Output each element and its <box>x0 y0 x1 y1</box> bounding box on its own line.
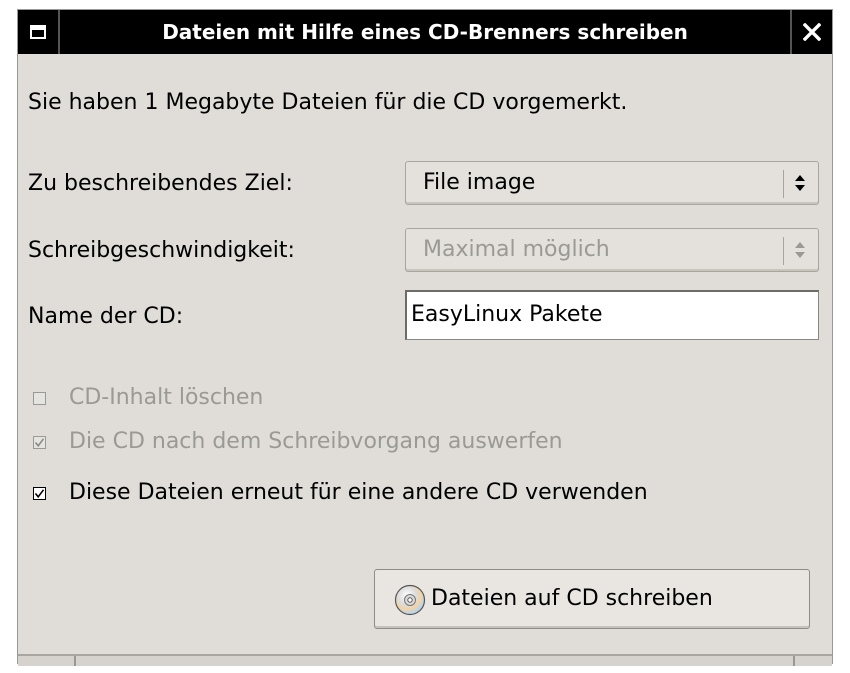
window-menu-button[interactable] <box>18 10 60 54</box>
cd-name-input[interactable]: EasyLinux Pakete <box>405 290 819 340</box>
target-value: File image <box>423 170 536 195</box>
close-icon <box>803 23 821 41</box>
eject-cd-label: Die CD nach dem Schreibvorgang auswerfen <box>69 429 563 454</box>
write-to-cd-label: Dateien auf CD schreiben <box>431 586 713 611</box>
cd-name-label: Name der CD: <box>28 304 184 329</box>
erase-cd-checkbox[interactable] <box>33 392 46 405</box>
frame-notch <box>74 656 76 666</box>
target-combobox[interactable]: File image <box>405 161 819 205</box>
frame-notch <box>793 656 795 666</box>
window-bottom-frame <box>18 654 832 666</box>
combo-arrows-icon <box>788 229 812 271</box>
erase-cd-label: CD-Inhalt löschen <box>69 385 264 410</box>
target-label: Zu beschreibendes Ziel: <box>28 171 293 196</box>
speed-value: Maximal möglich <box>423 237 610 262</box>
checkmark-icon <box>34 489 45 499</box>
combo-separator <box>783 170 784 198</box>
cd-burner-dialog: Dateien mit Hilfe eines CD-Brenners schr… <box>17 9 833 666</box>
combo-separator <box>783 237 784 265</box>
close-button[interactable] <box>790 10 832 54</box>
cd-name-value: EasyLinux Pakete <box>411 302 603 327</box>
reuse-files-label: Diese Dateien erneut für eine andere CD … <box>69 480 648 505</box>
eject-cd-checkbox[interactable] <box>33 436 46 449</box>
window-title: Dateien mit Hilfe eines CD-Brenners schr… <box>162 20 688 44</box>
checkmark-icon <box>34 438 45 448</box>
title-bar[interactable]: Dateien mit Hilfe eines CD-Brenners schr… <box>18 10 832 54</box>
reuse-files-checkbox[interactable] <box>33 487 46 500</box>
speed-combobox[interactable]: Maximal möglich <box>405 228 819 272</box>
combo-arrows-icon <box>788 162 812 204</box>
cd-disc-icon <box>394 584 426 616</box>
speed-label: Schreibgeschwindigkeit: <box>28 238 295 263</box>
write-to-cd-button[interactable]: Dateien auf CD schreiben <box>374 569 810 629</box>
window-menu-icon <box>30 25 46 39</box>
info-text: Sie haben 1 Megabyte Dateien für die CD … <box>28 90 628 115</box>
